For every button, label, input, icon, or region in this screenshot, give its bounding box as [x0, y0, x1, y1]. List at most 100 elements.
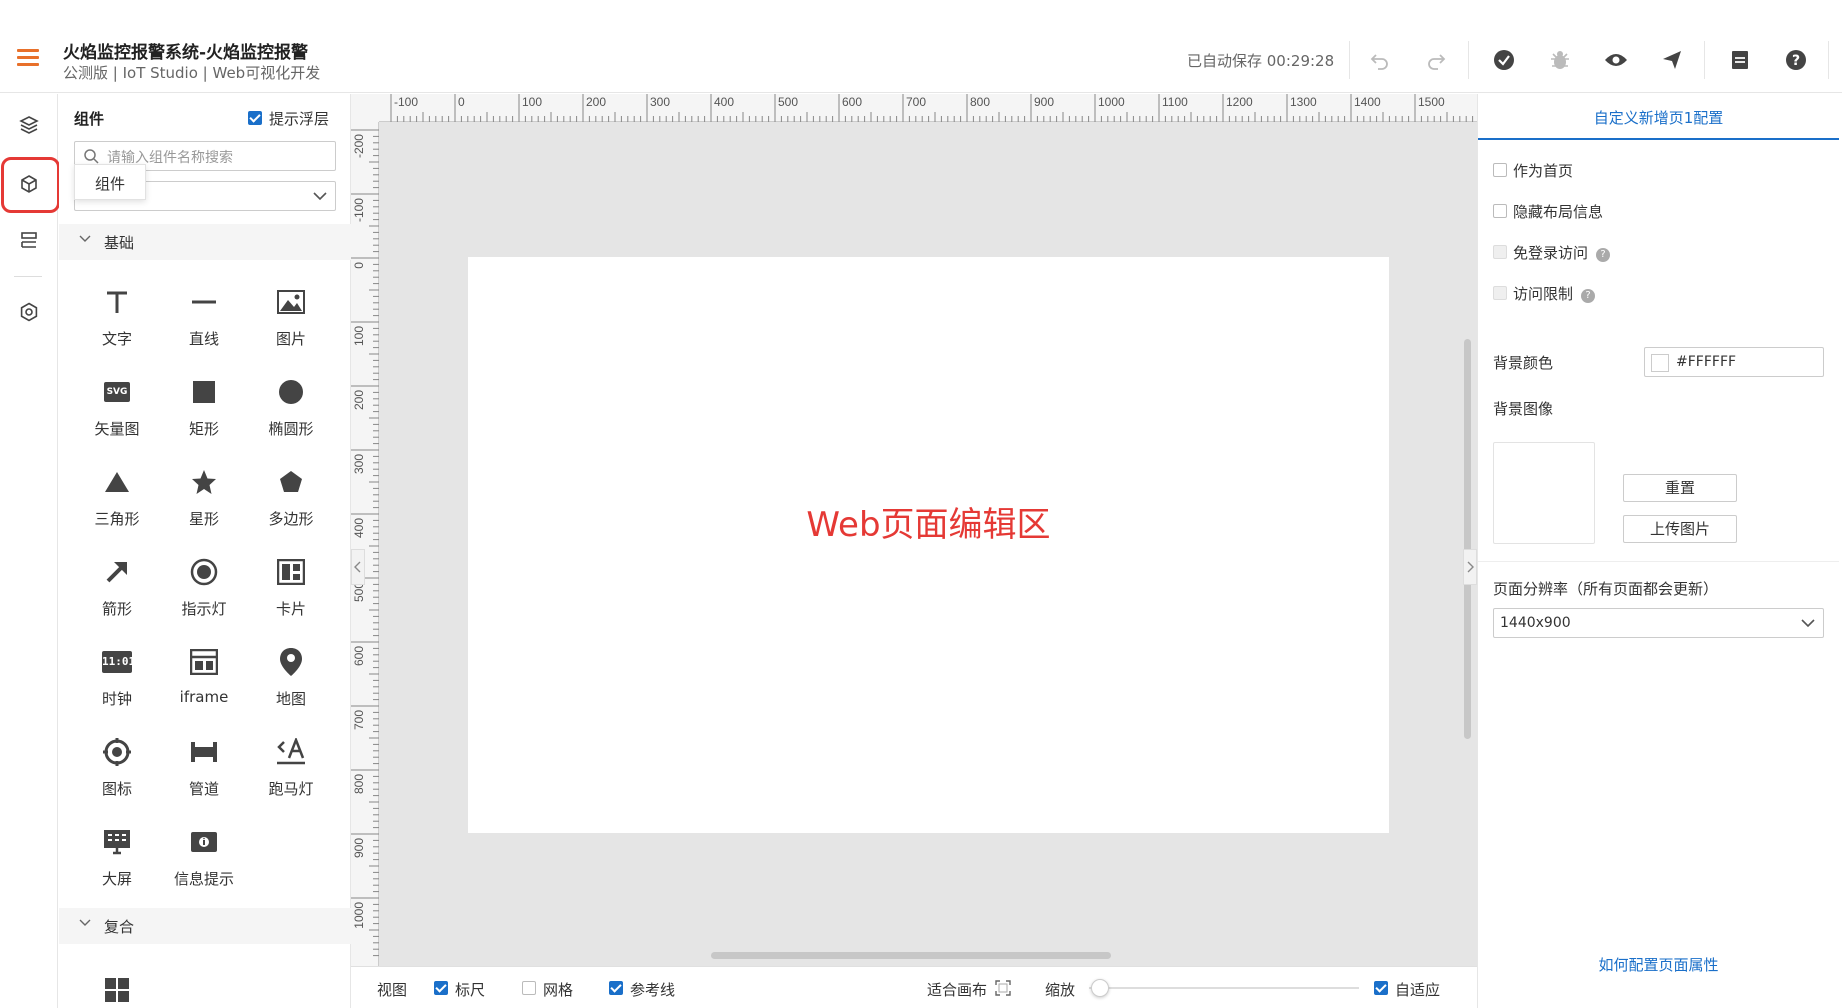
- canvas-area[interactable]: -100 0 100 200 300 400 500 600 700 800 900 1000 1100…: [351, 94, 1477, 966]
- vertical-scrollbar[interactable]: [1464, 339, 1471, 739]
- zoom-slider-track[interactable]: [1089, 987, 1359, 989]
- collapse-right-button[interactable]: [1463, 549, 1477, 585]
- group-header-composite[interactable]: 复合: [59, 908, 351, 944]
- component-card[interactable]: 卡片: [251, 556, 331, 636]
- hide-layout-checkbox[interactable]: [1493, 204, 1507, 218]
- fit-canvas-icon[interactable]: [995, 980, 1011, 996]
- component-cube-icon[interactable]: [17, 172, 41, 196]
- redo-icon[interactable]: [1421, 45, 1451, 75]
- component-iframe[interactable]: iframe: [164, 646, 244, 726]
- component-label: 三角形: [94, 510, 140, 528]
- component-map[interactable]: 地图: [251, 646, 331, 726]
- undo-icon[interactable]: [1365, 45, 1395, 75]
- autosave-status: 已自动保存 00:29:28: [1187, 52, 1335, 70]
- resolution-select[interactable]: 1440x900: [1493, 608, 1824, 638]
- component-ellipse[interactable]: 椭圆形: [251, 376, 331, 456]
- help-icon[interactable]: ?: [1781, 45, 1811, 75]
- ruler-label: 600: [842, 95, 862, 109]
- fit-canvas-label[interactable]: 适合画布: [927, 979, 987, 1000]
- ruler-label: 1500: [1418, 95, 1445, 109]
- color-swatch[interactable]: [1651, 354, 1669, 372]
- zoom-slider-thumb[interactable]: [1091, 979, 1109, 997]
- component-indicator-light[interactable]: 指示灯: [164, 556, 244, 636]
- chevron-down-icon: [313, 192, 327, 201]
- publish-icon[interactable]: [1657, 45, 1687, 75]
- ruler-checkbox[interactable]: [434, 981, 448, 995]
- document-icon[interactable]: [1725, 45, 1755, 75]
- component-label: 箭形: [101, 600, 132, 618]
- show-float-checkbox[interactable]: [248, 111, 262, 125]
- option-label: 免登录访问: [1513, 244, 1589, 262]
- component-label: 图标: [101, 780, 132, 798]
- component-arrow[interactable]: 箭形: [77, 556, 157, 636]
- component-marquee[interactable]: 跑马灯: [251, 736, 331, 816]
- component-svg[interactable]: SVG 矢量图: [77, 376, 157, 456]
- ruler-label: 700: [352, 710, 366, 730]
- group-label: 复合: [104, 918, 135, 936]
- component-clock[interactable]: 11:01 时钟: [77, 646, 157, 726]
- component-polygon[interactable]: 多边形: [251, 466, 331, 546]
- guide-checkbox[interactable]: [609, 981, 623, 995]
- check-icon[interactable]: [1489, 45, 1519, 75]
- set-homepage-checkbox[interactable]: [1493, 163, 1507, 177]
- component-line[interactable]: 直线: [164, 286, 244, 366]
- eye-icon[interactable]: [1601, 45, 1631, 75]
- tab-page-config[interactable]: 自定义新增页1配置: [1478, 94, 1839, 140]
- ruler-label: 200: [352, 390, 366, 410]
- collapse-left-button[interactable]: [351, 549, 365, 585]
- page-list-icon[interactable]: [17, 229, 41, 253]
- component-badge[interactable]: 图标: [77, 736, 157, 816]
- component-pipe[interactable]: 管道: [164, 736, 244, 816]
- indicator-light-icon: [188, 556, 220, 588]
- component-star[interactable]: 星形: [164, 466, 244, 546]
- upload-image-button[interactable]: 上传图片: [1623, 515, 1737, 543]
- card-icon: [275, 556, 307, 588]
- ruler-label: 400: [714, 95, 734, 109]
- ruler-label: 100: [352, 326, 366, 346]
- auto-fit-checkbox[interactable]: [1374, 981, 1388, 995]
- component-grid[interactable]: [77, 974, 157, 1008]
- help-link[interactable]: 如何配置页面属性: [1478, 954, 1839, 975]
- clock-icon-text: 11:01: [102, 651, 135, 673]
- settings-icon[interactable]: [17, 300, 41, 324]
- ruler-label: -100: [352, 198, 366, 222]
- option-label: 作为首页: [1513, 162, 1574, 180]
- bug-icon[interactable]: [1545, 45, 1575, 75]
- show-float-label: 提示浮层: [269, 110, 330, 128]
- ruler-label: -200: [352, 134, 366, 158]
- component-triangle[interactable]: 三角形: [77, 466, 157, 546]
- view-label: 视图: [377, 981, 408, 999]
- layers-icon[interactable]: [17, 113, 41, 137]
- ruler-label: 1100: [1162, 95, 1188, 109]
- ruler-label: 1000: [352, 902, 366, 929]
- grid-checkbox[interactable]: [522, 981, 536, 995]
- component-label: 矢量图: [94, 420, 140, 438]
- component-label: 指示灯: [181, 600, 227, 618]
- component-label: 直线: [188, 330, 219, 348]
- help-icon[interactable]: ?: [1581, 289, 1596, 303]
- component-text[interactable]: 文字: [77, 286, 157, 366]
- horizontal-scrollbar[interactable]: [711, 952, 1111, 959]
- component-panel-title: 组件: [74, 110, 105, 128]
- option-label: 访问限制: [1513, 285, 1574, 303]
- web-page-canvas[interactable]: Web页面编辑区: [468, 257, 1389, 833]
- login-free-checkbox[interactable]: [1493, 245, 1507, 259]
- component-big-screen[interactable]: 大屏: [77, 826, 157, 906]
- bg-image-preview: [1493, 442, 1595, 544]
- reset-button[interactable]: 重置: [1623, 474, 1737, 502]
- rectangle-icon: [188, 376, 220, 408]
- option-label: 隐藏布局信息: [1513, 203, 1604, 221]
- component-info-tip[interactable]: 信息提示: [164, 826, 244, 906]
- access-limit-checkbox[interactable]: [1493, 286, 1507, 300]
- image-icon: [275, 286, 307, 318]
- hamburger-menu-icon[interactable]: [17, 49, 39, 67]
- component-image[interactable]: 图片: [251, 286, 331, 366]
- bg-color-input[interactable]: #FFFFFF: [1644, 347, 1824, 377]
- component-rectangle[interactable]: 矩形: [164, 376, 244, 456]
- component-label: 矩形: [188, 420, 219, 438]
- group-header-basic[interactable]: 基础: [59, 224, 351, 260]
- help-icon[interactable]: ?: [1596, 248, 1611, 262]
- map-pin-icon: [275, 646, 307, 678]
- grid-label: 网格: [543, 981, 574, 999]
- arrow-icon: [101, 556, 133, 588]
